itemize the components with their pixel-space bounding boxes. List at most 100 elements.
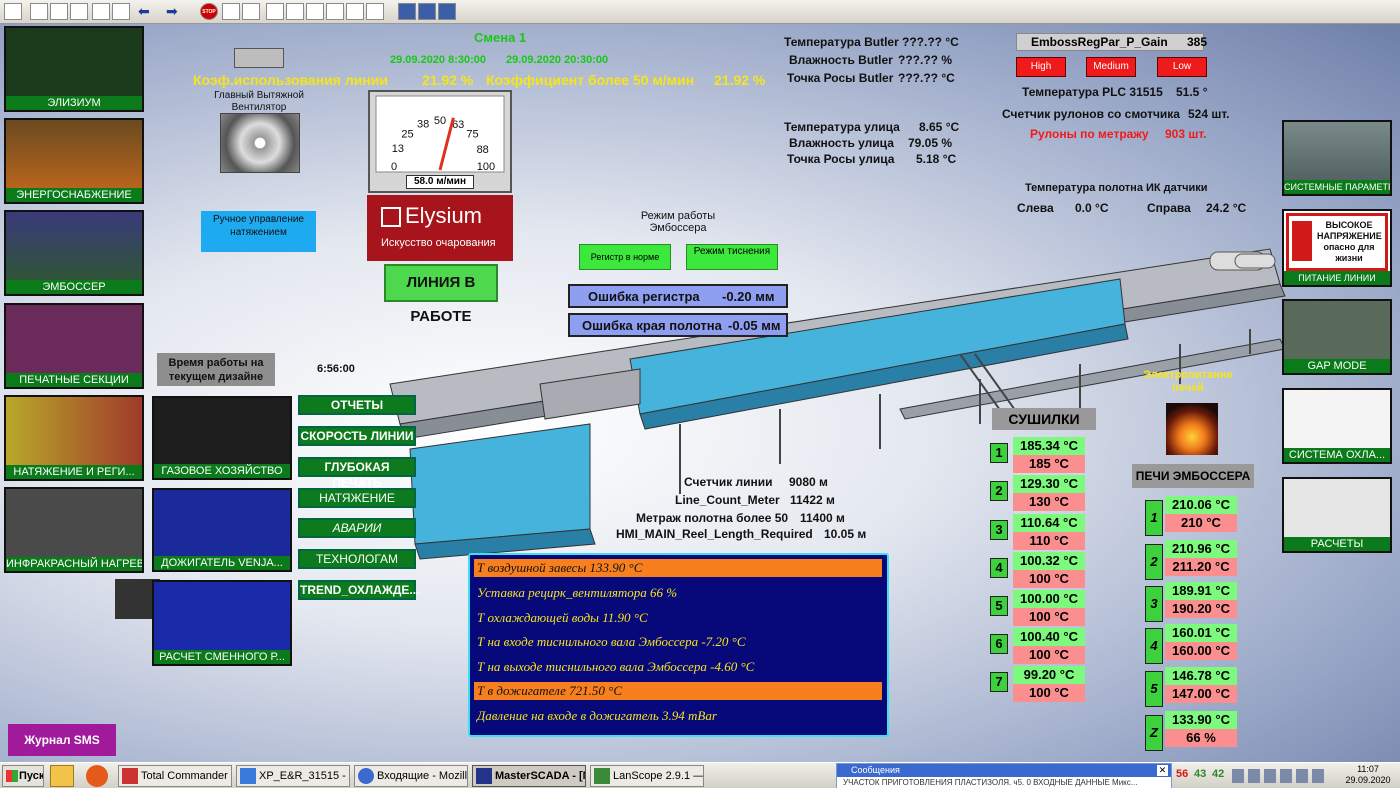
task-masterscada[interactable]: MasterSCADA - [M...	[472, 765, 586, 787]
task-lanscope[interactable]: LanScope 2.9.1 — La...	[590, 765, 704, 787]
frame-icon[interactable]	[366, 3, 384, 20]
oven-set-temp[interactable]: 147.00 °C	[1165, 685, 1237, 703]
nav-afterburner[interactable]: ДОЖИГАТЕЛЬ VENJA...	[152, 488, 292, 572]
edge-error: Ошибка края полотна -0.05 мм	[568, 313, 788, 337]
nav-line-power[interactable]: ВЫСОКОЕ НАПРЯЖЕНИЕ опасно для жизни ПИТА…	[1282, 209, 1392, 287]
elysium-logo: Elysium Искусство очарования	[367, 195, 513, 261]
emboss-gain-value: 385	[1187, 35, 1208, 49]
nav-system-params[interactable]: СИСТЕМНЫЕ ПАРАМЕТРЫ	[1282, 120, 1392, 196]
nav-gap-mode[interactable]: GAP MODE	[1282, 299, 1392, 375]
pause-icon[interactable]	[222, 3, 240, 20]
task-vmware[interactable]: XP_E&R_31515 - VM...	[236, 765, 350, 787]
dryer-set-temp[interactable]: 130 °C	[1013, 493, 1085, 511]
oven-set-temp[interactable]: 66 %	[1165, 729, 1237, 747]
register-error-value: -0.20 мм	[722, 289, 775, 304]
level-low[interactable]: Low	[1157, 57, 1207, 77]
oven-set-temp[interactable]: 211.20 °C	[1165, 558, 1237, 576]
menu-trend-cooling[interactable]: TREND_ОХЛАЖДЕ...	[298, 580, 419, 600]
copy-icon[interactable]	[306, 3, 324, 20]
nav-elysium[interactable]: ЭЛИЗИУМ	[4, 26, 144, 112]
nav-infrared[interactable]: ИНФРАКРАСНЫЙ НАГРЕВА...	[4, 487, 144, 573]
fan-title: Главный Вытяжной Вентилятор	[214, 90, 304, 113]
dryer-actual-temp: 100.32 °C	[1013, 552, 1085, 570]
fire-icon[interactable]	[1166, 403, 1218, 455]
tray-icons[interactable]	[1232, 769, 1328, 783]
menu-gravure[interactable]: ГЛУБОКАЯ ПЕЧАТЬ	[298, 457, 416, 490]
save-icon[interactable]	[4, 3, 22, 20]
folder-icon[interactable]	[50, 765, 74, 787]
stop-icon[interactable]: STOP	[200, 3, 218, 20]
nav-shift-calc-label: РАСЧЕТ СМЕННОГО Р...	[154, 650, 290, 664]
tree-icon[interactable]	[70, 3, 88, 20]
messages-window[interactable]: Сообщения ✕ УЧАСТОК ПРИГОТОВЛЕНИЯ ПЛАСТИ…	[836, 763, 1172, 788]
menu-alarms[interactable]: АВАРИИ	[298, 518, 416, 538]
window-icon[interactable]	[30, 3, 48, 20]
dryer-set-temp[interactable]: 185 °C	[1013, 455, 1085, 473]
dryer-set-temp[interactable]: 100 °C	[1013, 684, 1085, 702]
level-high[interactable]: High	[1016, 57, 1066, 77]
menu-reports[interactable]: ОТЧЕТЫ	[298, 395, 416, 415]
info-emboss-out: Т на выходе тиснильного вала Эмбоссера -…	[477, 659, 755, 674]
dryer-set-temp[interactable]: 110 °C	[1013, 532, 1085, 550]
close-icon[interactable]: ✕	[1157, 765, 1168, 776]
ir-right-value: 24.2 °C	[1206, 201, 1247, 215]
dryer-set-temp[interactable]: 100 °C	[1013, 608, 1085, 626]
nav-calculations[interactable]: РАСЧЕТЫ	[1282, 477, 1392, 553]
outdoor-humidity-value: 79.05 %	[908, 136, 953, 150]
fan-icon[interactable]	[220, 113, 300, 173]
font-icon[interactable]	[242, 3, 260, 20]
window2-icon[interactable]	[418, 3, 436, 20]
embosser-mode-title: Режим работы Эмбоссера	[640, 210, 716, 234]
task-thunderbird[interactable]: Входящие - Mozilla T...	[354, 765, 468, 787]
dryers-title: СУШИЛКИ	[992, 408, 1096, 430]
menu-technologists[interactable]: ТЕХНОЛОГАМ	[298, 549, 416, 569]
nav-elysium-label: ЭЛИЗИУМ	[6, 96, 142, 110]
tray-count-green[interactable]: 43	[1194, 768, 1206, 780]
nav-afterburner-label: ДОЖИГАТЕЛЬ VENJA...	[154, 556, 290, 570]
back-icon[interactable]: ⬅	[138, 3, 156, 20]
nav-print-sections[interactable]: ПЕЧАТНЫЕ СЕКЦИИ	[4, 303, 144, 389]
tray-count-red[interactable]: 56	[1176, 768, 1188, 780]
dryer-number: 3	[990, 520, 1008, 540]
meter-rolls-label: Рулоны по метражу	[1030, 127, 1149, 141]
window1-icon[interactable]	[398, 3, 416, 20]
window3-icon[interactable]	[438, 3, 456, 20]
doc-icon[interactable]	[326, 3, 344, 20]
level-medium[interactable]: Medium	[1086, 57, 1136, 77]
menu-line-speed[interactable]: СКОРОСТЬ ЛИНИИ	[298, 426, 416, 446]
oven-set-temp[interactable]: 210 °C	[1165, 514, 1237, 532]
nav-shift-calc[interactable]: РАСЧЕТ СМЕННОГО Р...	[152, 580, 292, 666]
nav-cooling-system[interactable]: СИСТЕМА ОХЛА...	[1282, 388, 1392, 464]
nav-calculations-label: РАСЧЕТЫ	[1284, 537, 1390, 551]
nav-gas[interactable]: ГАЗОВОЕ ХОЗЯЙСТВО	[152, 396, 292, 480]
menu-tension[interactable]: НАТЯЖЕНИЕ	[298, 488, 416, 508]
outdoor-humidity-label: Влажность улица	[789, 136, 894, 150]
grid-icon[interactable]	[50, 3, 68, 20]
sms-log-button[interactable]: Журнал SMS	[8, 724, 116, 756]
butler-temp-value: ???.?? °C	[902, 35, 959, 49]
calc-icon[interactable]	[286, 3, 304, 20]
nav-embosser[interactable]: ЭМБОССЕР	[4, 210, 144, 296]
clock[interactable]: 11:07 29.09.2020	[1340, 764, 1396, 786]
up-icon[interactable]	[112, 3, 130, 20]
dryer-set-temp[interactable]: 100 °C	[1013, 570, 1085, 588]
start-button[interactable]: Пуск	[2, 765, 44, 787]
clock-time: 11:07	[1357, 764, 1379, 774]
oven-set-temp[interactable]: 160.00 °C	[1165, 642, 1237, 660]
gauge-tick-label: 88	[477, 144, 489, 156]
nav-icon[interactable]	[266, 3, 284, 20]
nav-tension[interactable]: НАТЯЖЕНИЕ И РЕГИ...	[4, 395, 144, 481]
dryer-set-temp[interactable]: 100 °C	[1013, 646, 1085, 664]
nav-power-supply[interactable]: ЭНЕРГОСНАБЖЕНИЕ	[4, 118, 144, 204]
task-total-commander[interactable]: Total Commander 9.2...	[118, 765, 232, 787]
firefox-icon[interactable]	[86, 765, 108, 787]
manual-tension-button[interactable]: Ручное управление натяжением	[201, 211, 316, 252]
oven-set-temp[interactable]: 190.20 °C	[1165, 600, 1237, 618]
nav-tension-label: НАТЯЖЕНИЕ И РЕГИ...	[6, 465, 142, 479]
forward-icon[interactable]: ➡	[166, 3, 184, 20]
home-icon[interactable]	[92, 3, 110, 20]
butler-dew-value: ???.?? °C	[898, 71, 955, 85]
emboss-gain: EmbossRegPar_P_Gain 385	[1016, 33, 1208, 51]
tray-count-green2[interactable]: 42	[1212, 768, 1224, 780]
print-icon[interactable]	[346, 3, 364, 20]
